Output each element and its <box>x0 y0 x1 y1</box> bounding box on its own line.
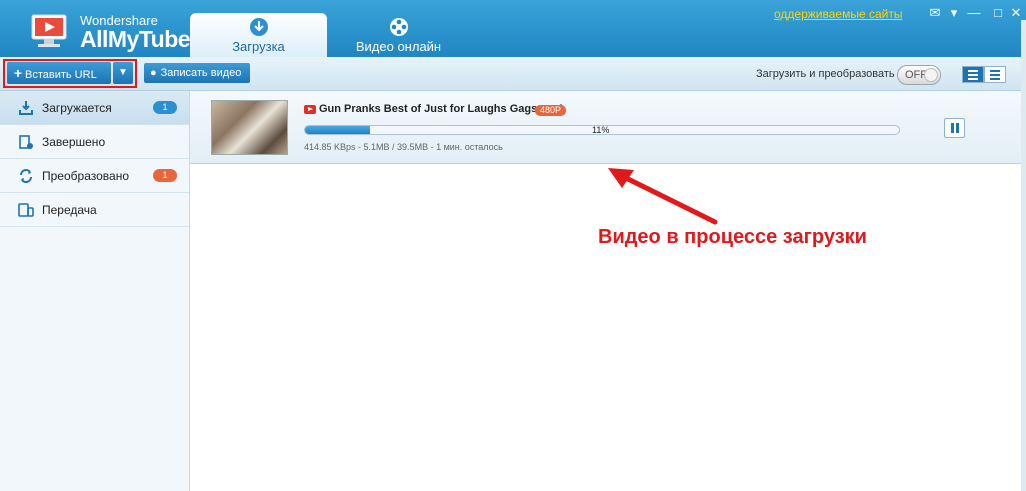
detail-view-icon <box>990 70 1000 80</box>
sidebar-item-label: Завершено <box>42 135 106 149</box>
window-right-edge <box>1021 20 1026 491</box>
youtube-icon <box>304 105 316 114</box>
video-thumbnail <box>211 100 288 155</box>
app-header: Wondershare AllMyTube Загрузка Видео онл… <box>0 0 1026 57</box>
brand-allmytube: AllMyTube <box>80 26 191 52</box>
completed-list-icon <box>19 135 33 149</box>
film-reel-icon <box>389 18 408 36</box>
menu-icon[interactable]: ▾ <box>946 5 962 21</box>
sidebar-item-label: Передача <box>42 203 97 217</box>
record-video-button[interactable]: ● Записать видео <box>144 63 250 83</box>
toggle-knob <box>924 68 938 82</box>
tab-online-video[interactable]: Видео онлайн <box>330 13 467 57</box>
camera-icon: ● <box>150 67 157 79</box>
quality-badge: 480P <box>535 105 567 116</box>
sidebar: Загружается 1 Завершено Преобразовано 1 … <box>0 91 190 491</box>
close-icon[interactable]: ✕ <box>1008 5 1024 21</box>
download-speed-info: 414.85 KBps - 5.1MB / 39.5MB - 1 мин. ос… <box>304 142 503 152</box>
app-logo-icon <box>31 14 67 47</box>
paste-url-highlight <box>3 59 137 88</box>
tab-download[interactable]: Загрузка <box>190 13 327 57</box>
video-file-name: Gun Pranks Best of Just for Laughs Gags.… <box>319 103 563 115</box>
sidebar-item-completed[interactable]: Завершено <box>0 125 189 159</box>
sidebar-item-converted[interactable]: Преобразовано 1 <box>0 159 189 193</box>
sidebar-item-label: Загружается <box>42 101 112 115</box>
maximize-icon[interactable]: □ <box>990 5 1006 21</box>
tab-download-label: Загрузка <box>232 39 285 54</box>
supported-sites-link[interactable]: оддерживаемые сайты <box>774 7 902 21</box>
annotation-label: Видео в процессе загрузки <box>598 226 867 248</box>
sidebar-item-downloading[interactable]: Загружается 1 <box>0 91 189 125</box>
chat-icon[interactable]: ✉ <box>927 5 943 21</box>
count-badge: 1 <box>153 169 177 182</box>
tab-online-label: Видео онлайн <box>355 39 442 54</box>
pause-button[interactable] <box>944 118 965 138</box>
download-tray-icon <box>19 101 33 115</box>
convert-toggle[interactable]: OFF <box>897 65 941 85</box>
progress-percent: 11% <box>592 125 610 135</box>
list-view-button[interactable] <box>962 66 984 83</box>
convert-arrows-icon <box>20 169 32 183</box>
download-circle-icon <box>249 18 268 36</box>
count-badge: 1 <box>153 101 177 114</box>
minimize-icon[interactable]: — <box>966 5 982 21</box>
sidebar-item-label: Преобразовано <box>42 169 129 183</box>
download-convert-label: Загрузить и преобразовать <box>756 68 895 80</box>
sidebar-item-transfer[interactable]: Передача <box>0 193 189 227</box>
record-video-label: Записать видео <box>160 67 242 79</box>
annotation-arrow <box>608 168 718 225</box>
pause-icon-bar <box>956 123 959 133</box>
detail-view-button[interactable] <box>984 66 1006 83</box>
transfer-devices-icon <box>18 203 34 217</box>
pause-icon <box>951 123 954 133</box>
progress-fill <box>305 126 371 134</box>
list-view-icon <box>968 70 978 80</box>
